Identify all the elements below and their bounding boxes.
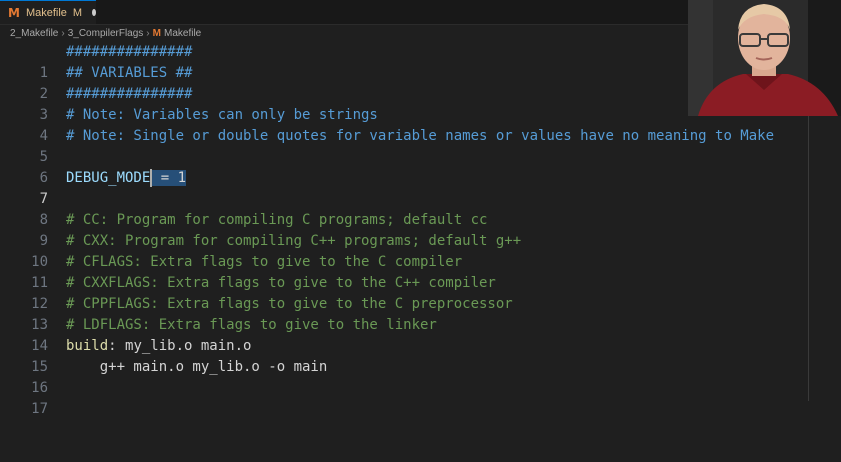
tab-makefile[interactable]: M Makefile M	[0, 0, 96, 24]
code-line[interactable]: 16 g++ main.o my_lib.o -o main	[0, 357, 841, 396]
code-line[interactable]: 8	[0, 189, 841, 228]
code-line[interactable]: 17	[0, 378, 841, 417]
code-line[interactable]: 10 # CXX: Program for compiling C++ prog…	[0, 231, 841, 270]
line-number: 17	[31, 401, 48, 417]
make-target: build	[66, 338, 109, 354]
line-text: # LDFLAGS: Extra flags to give to the li…	[66, 317, 437, 333]
line-text: ## VARIABLES ##	[66, 65, 193, 81]
makefile-icon: M	[8, 5, 20, 20]
chevron-right-icon: ›	[146, 27, 150, 39]
code-line[interactable]: 12 # CXXFLAGS: Extra flags to give to th…	[0, 273, 841, 312]
breadcrumb-file-makefile[interactable]: Makefile	[164, 28, 201, 39]
line-text: # Note: Single or double quotes for vari…	[66, 128, 775, 144]
code-line[interactable]: 5 # Note: Single or double quotes for va…	[0, 126, 841, 165]
code-line[interactable]: 14 # LDFLAGS: Extra flags to give to the…	[0, 315, 841, 354]
line-text: # CC: Program for compiling C programs; …	[66, 212, 488, 228]
selected-text: =	[152, 170, 178, 186]
code-line[interactable]: 9 # CC: Program for compiling C programs…	[0, 210, 841, 249]
code-line[interactable]: 11 # CFLAGS: Extra flags to give to the …	[0, 252, 841, 291]
line-text: DEBUG_MODE = 1	[66, 168, 187, 189]
breadcrumb-folder-compiler-flags[interactable]: 3_CompilerFlags	[68, 28, 144, 39]
tab-modified-status: M	[72, 6, 83, 19]
line-text: # CFLAGS: Extra flags to give to the C c…	[66, 254, 463, 270]
line-text: ###############	[66, 86, 193, 102]
line-text: # CPPFLAGS: Extra flags to give to the C…	[66, 296, 513, 312]
code-line[interactable]: 13 # CPPFLAGS: Extra flags to give to th…	[0, 294, 841, 333]
variable-value: 1	[177, 170, 187, 186]
variable-name: DEBUG_MODE	[66, 170, 151, 186]
webcam-overlay	[688, 0, 841, 116]
line-text: # CXXFLAGS: Extra flags to give to the C…	[66, 275, 496, 291]
tab-label: Makefile	[25, 6, 67, 19]
unsaved-dot-icon[interactable]	[92, 9, 96, 16]
line-text: # CXX: Program for compiling C++ program…	[66, 233, 522, 249]
line-text: # Note: Variables can only be strings	[66, 107, 378, 123]
chevron-right-icon: ›	[61, 27, 65, 39]
presenter-video-image	[688, 0, 841, 116]
code-line-active[interactable]: 7 DEBUG_MODE = 1	[0, 168, 841, 207]
line-text: ###############	[66, 44, 193, 60]
line-text: build: my_lib.o main.o	[66, 336, 251, 357]
code-line[interactable]: 6	[0, 147, 841, 186]
line-text: g++ main.o my_lib.o -o main	[66, 359, 328, 375]
target-dependencies: : my_lib.o main.o	[108, 338, 252, 354]
makefile-icon: M	[152, 27, 161, 39]
code-line[interactable]: 15 build: my_lib.o main.o	[0, 336, 841, 375]
breadcrumb-folder-2-makefile[interactable]: 2_Makefile	[10, 28, 58, 39]
